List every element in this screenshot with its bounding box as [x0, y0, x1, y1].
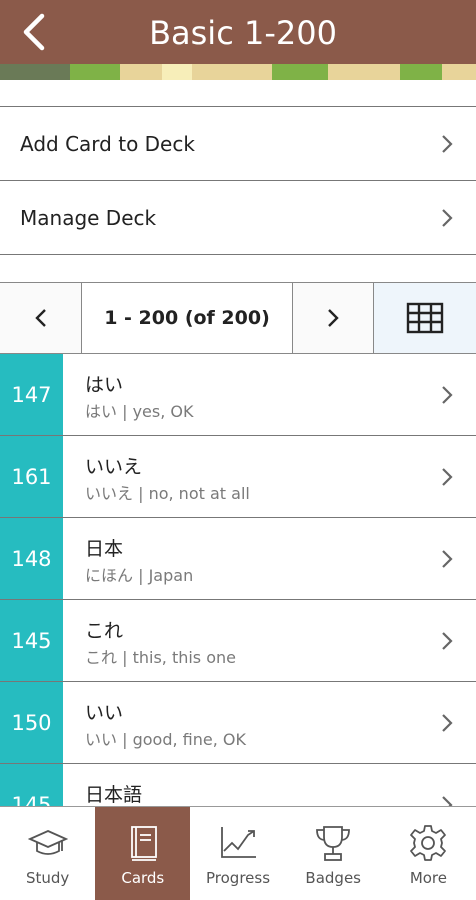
chevron-right-icon: [440, 133, 454, 155]
card-meaning: no, not at all: [148, 484, 250, 503]
card-reading: いいえ: [85, 484, 134, 503]
add-card-to-deck-item[interactable]: Add Card to Deck: [0, 107, 476, 181]
separator: |: [133, 484, 149, 503]
card-body: いい いい | good, fine, OK: [63, 682, 476, 763]
nav-progress-label: Progress: [206, 869, 271, 887]
card-row[interactable]: 145日本語 |: [0, 764, 476, 806]
grid-icon: [406, 302, 444, 334]
card-term: 日本: [85, 538, 124, 560]
separator: |: [133, 566, 149, 585]
card-reading: にほん: [85, 566, 134, 585]
next-page-button[interactable]: [293, 283, 374, 353]
trophy-icon: [316, 826, 351, 861]
nav-study-label: Study: [25, 869, 70, 887]
header-bar: Basic 1-200: [0, 0, 476, 64]
nav-badges[interactable]: Badges: [286, 807, 381, 900]
card-body: 日本 にほん | Japan: [63, 518, 476, 599]
graduation-cap-icon: [27, 830, 68, 855]
prev-page-button[interactable]: [0, 283, 82, 353]
separator: |: [117, 648, 133, 667]
add-card-label: Add Card to Deck: [20, 131, 195, 156]
bottom-nav: Study Cards Progress Badges More: [0, 806, 476, 900]
card-number: 150: [0, 682, 63, 763]
cards-icon: [130, 826, 157, 861]
chevron-right-icon: [440, 630, 454, 652]
chart-trend-icon: [221, 827, 256, 858]
card-term: いい: [85, 702, 124, 724]
card-row[interactable]: 145 これ これ | this, this one: [0, 600, 476, 682]
card-body: これ これ | this, this one: [63, 600, 476, 681]
chevron-right-icon: [440, 384, 454, 406]
card-term: はい: [85, 374, 124, 396]
card-row[interactable]: 150 いい いい | good, fine, OK: [0, 682, 476, 764]
chevron-right-icon: [440, 794, 454, 806]
nav-progress[interactable]: Progress: [190, 807, 285, 900]
card-number: 161: [0, 436, 63, 517]
card-meaning: good, fine, OK: [132, 730, 246, 749]
grid-view-button[interactable]: [374, 283, 476, 353]
deck-menu: Add Card to Deck Manage Deck: [0, 106, 476, 255]
separator: |: [117, 402, 133, 421]
chevron-right-icon: [440, 548, 454, 570]
page-title: Basic 1-200: [149, 14, 337, 52]
nav-cards[interactable]: Cards: [95, 807, 191, 900]
card-meaning: this, this one: [132, 648, 236, 667]
nav-more-label: More: [409, 869, 447, 887]
chevron-left-icon: [34, 309, 46, 327]
nav-badges-label: Badges: [305, 869, 361, 887]
gear-icon: [410, 825, 447, 861]
card-subtitle: いい | good, fine, OK: [85, 726, 476, 750]
chevron-right-icon: [440, 207, 454, 229]
manage-deck-item[interactable]: Manage Deck: [0, 181, 476, 255]
pager-bar: 1 - 200 (of 200): [0, 282, 476, 354]
card-reading: いい: [85, 730, 118, 749]
card-meaning: yes, OK: [132, 402, 194, 421]
card-subtitle: にほん | Japan: [85, 562, 476, 586]
page-range-label: 1 - 200 (of 200): [82, 283, 293, 353]
card-row[interactable]: 148 日本 にほん | Japan: [0, 518, 476, 600]
card-reading: はい: [85, 402, 118, 421]
chevron-right-icon: [440, 466, 454, 488]
card-number: 147: [0, 354, 63, 435]
chevron-right-icon: [440, 712, 454, 734]
card-body: いいえ いいえ | no, not at all: [63, 436, 476, 517]
card-body: はい はい | yes, OK: [63, 354, 476, 435]
card-number: 145: [0, 764, 63, 806]
card-subtitle: これ | this, this one: [85, 644, 476, 668]
nav-study[interactable]: Study: [0, 807, 95, 900]
nav-more[interactable]: More: [381, 807, 476, 900]
card-term: これ: [85, 620, 124, 642]
card-row[interactable]: 161 いいえ いいえ | no, not at all: [0, 436, 476, 518]
card-row[interactable]: 147 はい はい | yes, OK: [0, 354, 476, 436]
decorative-stripe: [0, 64, 476, 80]
card-body: 日本語 |: [63, 764, 476, 806]
chevron-right-icon: [328, 309, 339, 327]
card-list: 147 はい はい | yes, OK 161 いいえ いいえ | no, not at …: [0, 354, 476, 806]
separator: |: [117, 730, 133, 749]
card-subtitle: はい | yes, OK: [85, 398, 476, 422]
manage-deck-label: Manage Deck: [20, 205, 157, 230]
card-term: 日本語: [85, 784, 143, 806]
card-reading: これ: [85, 648, 118, 667]
card-subtitle: いいえ | no, not at all: [85, 480, 476, 504]
nav-cards-label: Cards: [121, 869, 165, 887]
card-number: 148: [0, 518, 63, 599]
card-term: いいえ: [85, 456, 143, 478]
card-meaning: Japan: [148, 566, 194, 585]
card-number: 145: [0, 600, 63, 681]
